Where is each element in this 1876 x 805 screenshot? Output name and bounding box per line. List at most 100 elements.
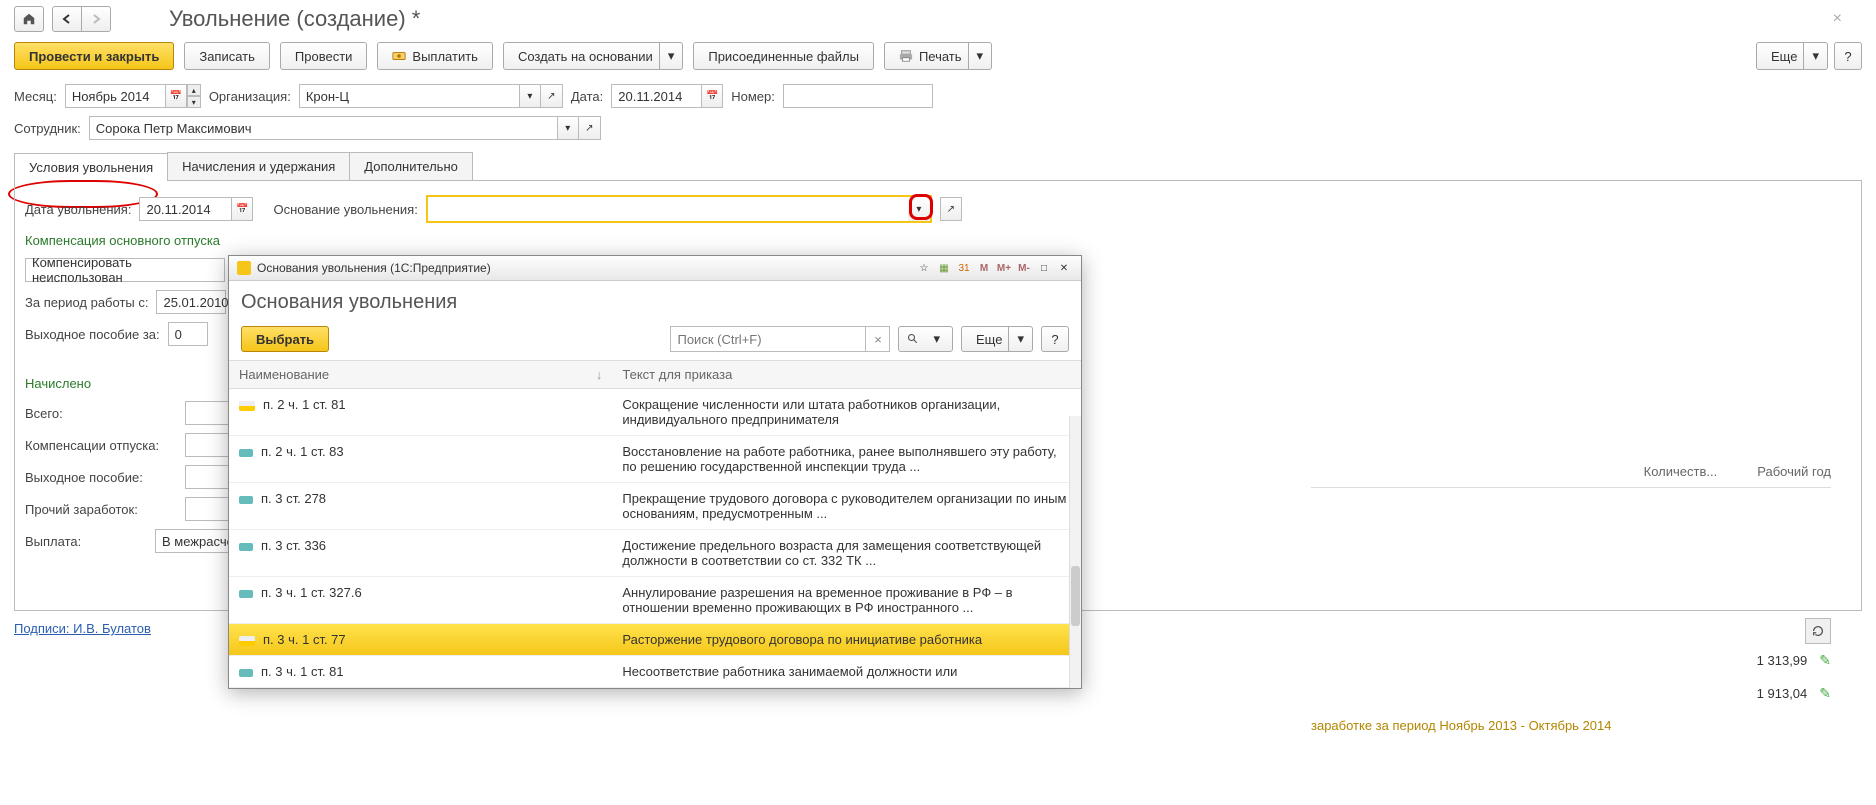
- table-row[interactable]: п. 3 ч. 1 ст. 327.6Аннулирование разреше…: [229, 577, 1081, 624]
- edit-icon[interactable]: ✎: [1819, 685, 1831, 702]
- period-from-input[interactable]: 25.01.2010: [156, 290, 226, 314]
- row-text: Несоответствие работника занимаемой долж…: [612, 656, 1081, 688]
- pay-button-label: Выплатить: [412, 49, 478, 64]
- chevron-down-icon[interactable]: ▾: [519, 84, 541, 108]
- memory-m[interactable]: M: [975, 260, 993, 276]
- create-based-button[interactable]: Создать на основании ▾: [503, 42, 683, 70]
- table-row[interactable]: п. 3 ст. 336Достижение предельного возра…: [229, 530, 1081, 577]
- calendar-icon[interactable]: 31: [955, 260, 973, 276]
- memory-mplus[interactable]: M+: [995, 260, 1013, 276]
- row-icon: [239, 636, 255, 646]
- row-icon: [239, 496, 253, 504]
- employee-input[interactable]: Сорока Петр Максимович: [89, 116, 557, 140]
- table-row[interactable]: п. 2 ч. 1 ст. 83Восстановление на работе…: [229, 436, 1081, 483]
- value-1: 1 313,99: [1757, 653, 1808, 668]
- back-button[interactable]: [52, 6, 82, 32]
- scrollbar-thumb[interactable]: [1071, 566, 1080, 626]
- dismissal-date-input[interactable]: 20.11.2014: [139, 197, 231, 221]
- forward-button[interactable]: [81, 6, 111, 32]
- edit-icon[interactable]: ✎: [1819, 652, 1831, 669]
- value-2: 1 913,04: [1757, 686, 1808, 701]
- popup-more-button[interactable]: Еще ▾: [961, 326, 1033, 352]
- row-name: п. 3 ст. 278: [261, 491, 326, 506]
- post-and-close-button[interactable]: Провести и закрыть: [14, 42, 174, 70]
- compensate-select[interactable]: Компенсировать неиспользован: [25, 258, 225, 282]
- row-icon: [239, 669, 253, 677]
- chevron-down-icon[interactable]: ▾: [925, 327, 948, 351]
- favorite-icon[interactable]: ☆: [915, 260, 933, 276]
- tab-conditions[interactable]: Условия увольнения: [14, 153, 168, 181]
- table-row[interactable]: п. 3 ч. 1 ст. 77Расторжение трудового до…: [229, 624, 1081, 656]
- post-button[interactable]: Провести: [280, 42, 368, 70]
- clear-icon[interactable]: ×: [865, 327, 889, 351]
- signatures-link[interactable]: Подписи: И.В. Булатов: [14, 621, 151, 636]
- save-button[interactable]: Записать: [184, 42, 270, 70]
- open-icon[interactable]: ↗: [541, 84, 563, 108]
- popup-more-label: Еще: [976, 332, 1002, 347]
- severance-input[interactable]: 0: [168, 322, 208, 346]
- app-icon: [237, 261, 251, 275]
- row-name: п. 3 ч. 1 ст. 81: [261, 664, 344, 679]
- chevron-down-icon[interactable]: ▾: [557, 116, 579, 140]
- col-work-year: Рабочий год: [1757, 464, 1831, 479]
- reason-input[interactable]: [428, 197, 908, 221]
- date-input[interactable]: 20.11.2014: [611, 84, 701, 108]
- search-input[interactable]: ×: [670, 326, 890, 352]
- dismissal-date-label: Дата увольнения:: [25, 202, 131, 217]
- tab-accruals[interactable]: Начисления и удержания: [167, 152, 350, 180]
- period-label: За период работы с:: [25, 295, 148, 310]
- col-text-header[interactable]: Текст для приказа: [622, 367, 732, 382]
- row-text: Расторжение трудового договора по инициа…: [612, 624, 1081, 656]
- more-label: Еще: [1771, 49, 1797, 64]
- scrollbar[interactable]: [1069, 416, 1081, 688]
- page-title: Увольнение (создание) *: [169, 6, 420, 32]
- employee-label: Сотрудник:: [14, 121, 81, 136]
- print-button[interactable]: Печать ▾: [884, 42, 992, 70]
- pay-button[interactable]: Выплатить: [377, 42, 493, 70]
- memory-mminus[interactable]: M-: [1015, 260, 1033, 276]
- calendar-icon[interactable]: 📅: [701, 84, 723, 108]
- help-button[interactable]: ?: [1834, 42, 1862, 70]
- chevron-down-icon[interactable]: ▾: [659, 43, 683, 69]
- table-row[interactable]: п. 3 ст. 278Прекращение трудового догово…: [229, 483, 1081, 530]
- table-row[interactable]: п. 3 ч. 1 ст. 81 Несоответствие работника…: [229, 656, 1081, 688]
- row-icon: [239, 401, 255, 411]
- close-icon[interactable]: ✕: [1055, 260, 1073, 276]
- home-button[interactable]: [14, 6, 44, 32]
- table-row[interactable]: п. 2 ч. 1 ст. 81Сокращение численности и…: [229, 389, 1081, 436]
- chevron-down-icon[interactable]: ▾: [968, 43, 992, 69]
- search-field[interactable]: [671, 327, 865, 351]
- open-icon[interactable]: ↗: [579, 116, 601, 140]
- month-input[interactable]: Ноябрь 2014: [65, 84, 165, 108]
- select-button[interactable]: Выбрать: [241, 326, 329, 352]
- col-name-header[interactable]: Наименование: [239, 367, 329, 382]
- month-down[interactable]: ▾: [187, 96, 201, 108]
- col-quantity: Количеств...: [1644, 464, 1718, 479]
- calendar-icon[interactable]: 📅: [231, 197, 253, 221]
- comp-section-header: Компенсация основного отпуска: [25, 227, 1851, 254]
- month-up[interactable]: ▴: [187, 84, 201, 96]
- row-text: Сокращение численности или штата работни…: [612, 389, 1081, 436]
- number-input[interactable]: [783, 84, 933, 108]
- reasons-popup: Основания увольнения (1С:Предприятие) ☆ …: [228, 255, 1082, 689]
- close-icon[interactable]: ×: [1833, 10, 1862, 28]
- chevron-down-icon[interactable]: ▾: [1803, 43, 1827, 69]
- org-label: Организация:: [209, 89, 291, 104]
- row-icon: [239, 449, 253, 457]
- tab-additional[interactable]: Дополнительно: [349, 152, 473, 180]
- maximize-icon[interactable]: □: [1035, 260, 1053, 276]
- search-menu-button[interactable]: ▾: [898, 326, 953, 352]
- chevron-down-icon[interactable]: ▾: [1008, 327, 1032, 351]
- chevron-down-icon[interactable]: ▾: [908, 197, 930, 221]
- reason-label: Основание увольнения:: [273, 202, 417, 217]
- popup-help-button[interactable]: ?: [1041, 326, 1069, 352]
- refresh-button[interactable]: [1805, 618, 1831, 644]
- open-icon[interactable]: ↗: [940, 197, 962, 221]
- sort-down-icon[interactable]: ↓: [596, 367, 603, 382]
- attached-files-button[interactable]: Присоединенные файлы: [693, 42, 874, 70]
- more-button[interactable]: Еще ▾: [1756, 42, 1828, 70]
- org-input[interactable]: Крон-Ц: [299, 84, 519, 108]
- calc-icon[interactable]: ▦: [935, 260, 953, 276]
- calendar-icon[interactable]: 📅: [165, 84, 187, 108]
- search-icon: [907, 333, 919, 345]
